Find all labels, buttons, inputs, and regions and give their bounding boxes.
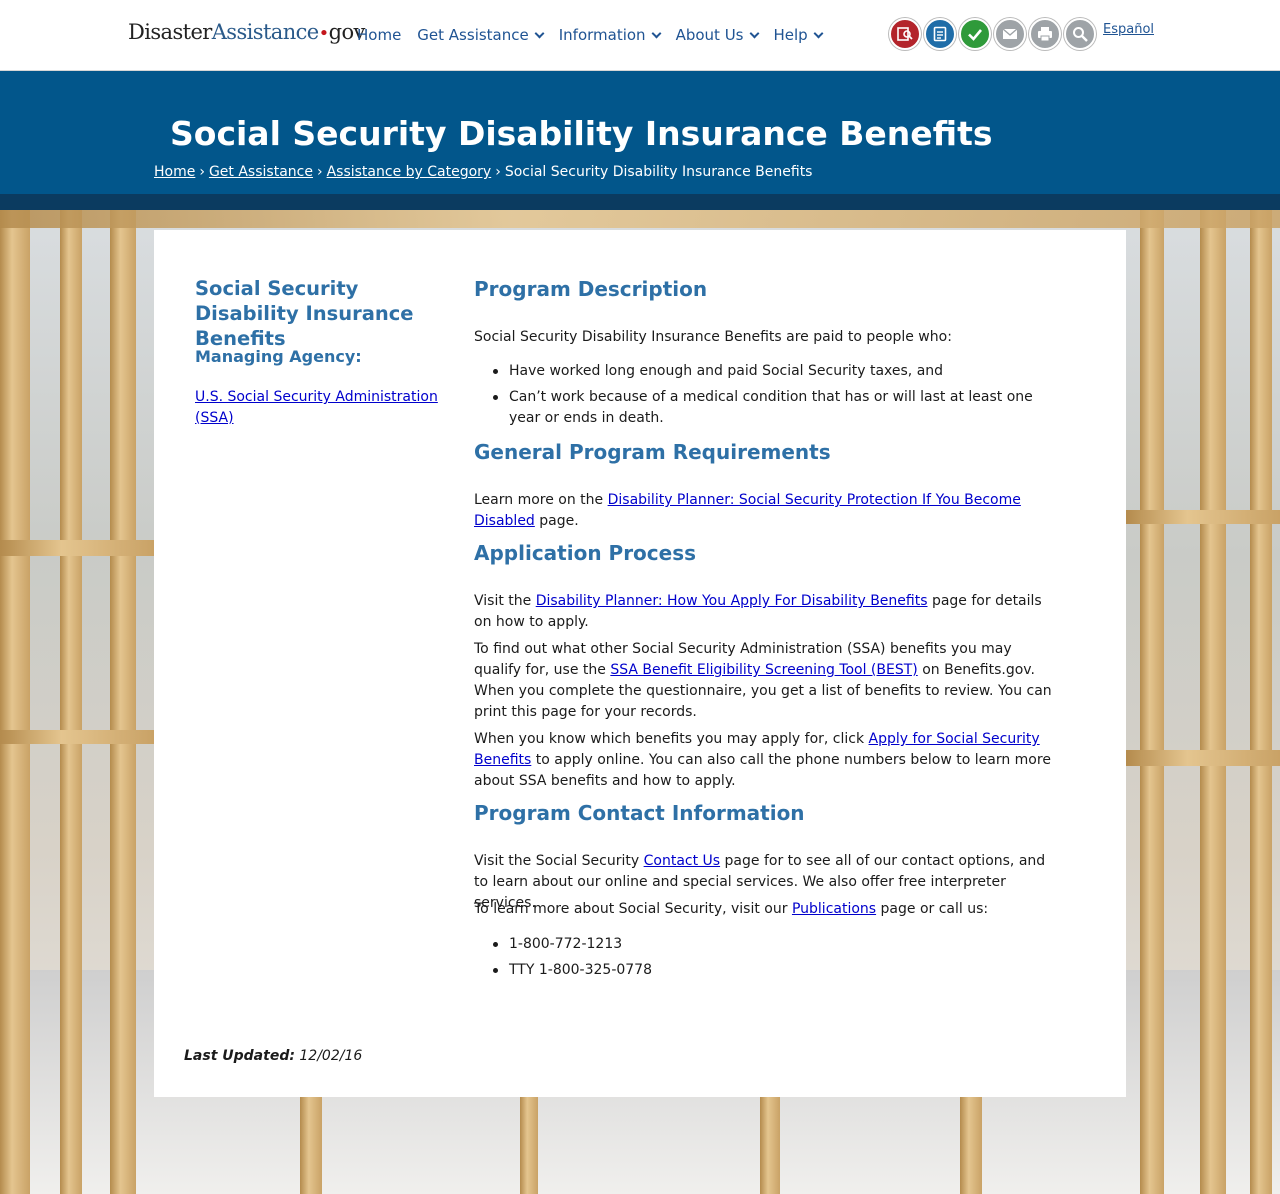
nav-about-us[interactable]: About Us: [675, 26, 759, 44]
best-screening-tool-link[interactable]: SSA Benefit Eligibility Screening Tool (…: [610, 662, 917, 678]
find-assistance-icon[interactable]: [889, 18, 921, 50]
publications-link[interactable]: Publications: [792, 901, 876, 917]
chevron-down-icon: [749, 28, 759, 38]
site-header: DisasterAssistance•gov Home Get Assistan…: [0, 0, 1280, 71]
breadcrumb: Home › Get Assistance › Assistance by Catego…: [154, 164, 812, 180]
managing-agency-link[interactable]: U.S. Social Security Administration (SSA…: [195, 387, 445, 429]
wood-stud: [1200, 210, 1226, 1194]
chevron-down-icon: [651, 28, 662, 38]
page-title: Social Security Disability Insurance Ben…: [170, 114, 993, 153]
language-toggle-link[interactable]: Español: [1103, 22, 1154, 37]
requirements-text: Learn more on the: [474, 492, 608, 508]
last-updated-label: Last Updated:: [184, 1048, 295, 1064]
banner-bottom-strip: [0, 194, 1280, 210]
wood-stud: [110, 210, 136, 1194]
nav-get-assistance-label: Get Assistance: [417, 26, 529, 44]
requirements-paragraph: Learn more on the Disability Planner: So…: [474, 490, 1054, 532]
wood-stud: [520, 1097, 538, 1194]
wood-stud: [1250, 210, 1272, 1194]
nav-get-assistance[interactable]: Get Assistance: [417, 26, 545, 44]
nav-home-label: Home: [357, 26, 402, 44]
breadcrumb-separator: ›: [316, 164, 323, 180]
contact-information-heading: Program Contact Information: [474, 801, 805, 825]
search-icon[interactable]: [1064, 18, 1096, 50]
site-logo[interactable]: DisasterAssistance•gov: [128, 20, 365, 44]
content-card: Social Security Disability Insurance Ben…: [154, 230, 1126, 1097]
breadcrumb-home-link[interactable]: Home: [154, 164, 195, 180]
general-requirements-heading: General Program Requirements: [474, 440, 831, 464]
utility-toolbar: [889, 18, 1096, 50]
main-nav: Home Get Assistance Information About Us…: [357, 26, 824, 44]
application-text: Visit the: [474, 593, 536, 609]
wood-beam: [1126, 510, 1280, 524]
last-updated: Last Updated: 12/02/16: [184, 1048, 362, 1064]
requirements-text: page.: [534, 513, 579, 529]
wood-beam: [1126, 750, 1280, 766]
managing-agency-label: Managing Agency:: [195, 347, 362, 366]
breadcrumb-get-assistance-link[interactable]: Get Assistance: [209, 164, 313, 180]
how-to-apply-link[interactable]: Disability Planner: How You Apply For Di…: [536, 593, 928, 609]
email-icon[interactable]: [994, 18, 1026, 50]
wood-beam: [0, 540, 154, 556]
application-text: to apply online. You can also call the p…: [474, 752, 1051, 789]
nav-help[interactable]: Help: [773, 26, 824, 44]
application-text: When you know which benefits you may app…: [474, 731, 869, 747]
wood-stud: [300, 1097, 322, 1194]
program-description-intro: Social Security Disability Insurance Ben…: [474, 329, 952, 345]
apply-online-icon[interactable]: [924, 18, 956, 50]
phone-number: 1-800-772-1213: [493, 934, 1054, 955]
wood-stud: [760, 1097, 780, 1194]
contact-text: Visit the Social Security: [474, 853, 644, 869]
nav-information-label: Information: [558, 26, 646, 44]
chevron-down-icon: [813, 28, 824, 38]
nav-information[interactable]: Information: [558, 26, 662, 44]
logo-text-disaster: Disaster: [128, 20, 212, 44]
nav-help-label: Help: [773, 26, 808, 44]
nav-about-us-label: About Us: [675, 26, 744, 44]
wood-beam: [0, 210, 1280, 228]
breadcrumb-category-link[interactable]: Assistance by Category: [327, 164, 492, 180]
page-banner: Social Security Disability Insurance Ben…: [0, 71, 1280, 194]
wood-stud: [0, 210, 30, 1194]
wood-stud: [960, 1097, 982, 1194]
wood-stud: [1140, 210, 1164, 1194]
chevron-down-icon: [534, 28, 545, 38]
last-updated-date: 12/02/16: [294, 1048, 363, 1064]
application-paragraph: Visit the Disability Planner: How You Ap…: [474, 591, 1054, 633]
application-process-heading: Application Process: [474, 541, 697, 565]
contact-us-link[interactable]: Contact Us: [644, 853, 720, 869]
contact-paragraph: To learn more about Social Security, vis…: [474, 899, 1054, 920]
wood-beam: [0, 730, 154, 744]
logo-text-assistance: Assistance: [211, 20, 319, 44]
list-item: Can’t work because of a medical conditio…: [493, 387, 1054, 429]
nav-home[interactable]: Home: [357, 26, 401, 44]
logo-dot: •: [318, 23, 330, 44]
application-paragraph: When you know which benefits you may app…: [474, 729, 1054, 792]
program-description-heading: Program Description: [474, 277, 708, 301]
application-paragraph: To find out what other Social Security A…: [474, 639, 1054, 723]
contact-text: page or call us:: [876, 901, 989, 917]
list-item: Have worked long enough and paid Social …: [493, 361, 1054, 382]
breadcrumb-current: Social Security Disability Insurance Ben…: [504, 164, 813, 180]
wood-stud: [60, 210, 82, 1194]
sidebar-title: Social Security Disability Insurance Ben…: [195, 277, 414, 350]
breadcrumb-separator: ›: [199, 164, 205, 180]
print-icon[interactable]: [1029, 18, 1061, 50]
check-status-icon[interactable]: [959, 18, 991, 50]
breadcrumb-separator: ›: [495, 164, 501, 180]
phone-number: TTY 1-800-325-0778: [493, 960, 1054, 981]
contact-text: To learn more about Social Security, vis…: [474, 901, 792, 917]
